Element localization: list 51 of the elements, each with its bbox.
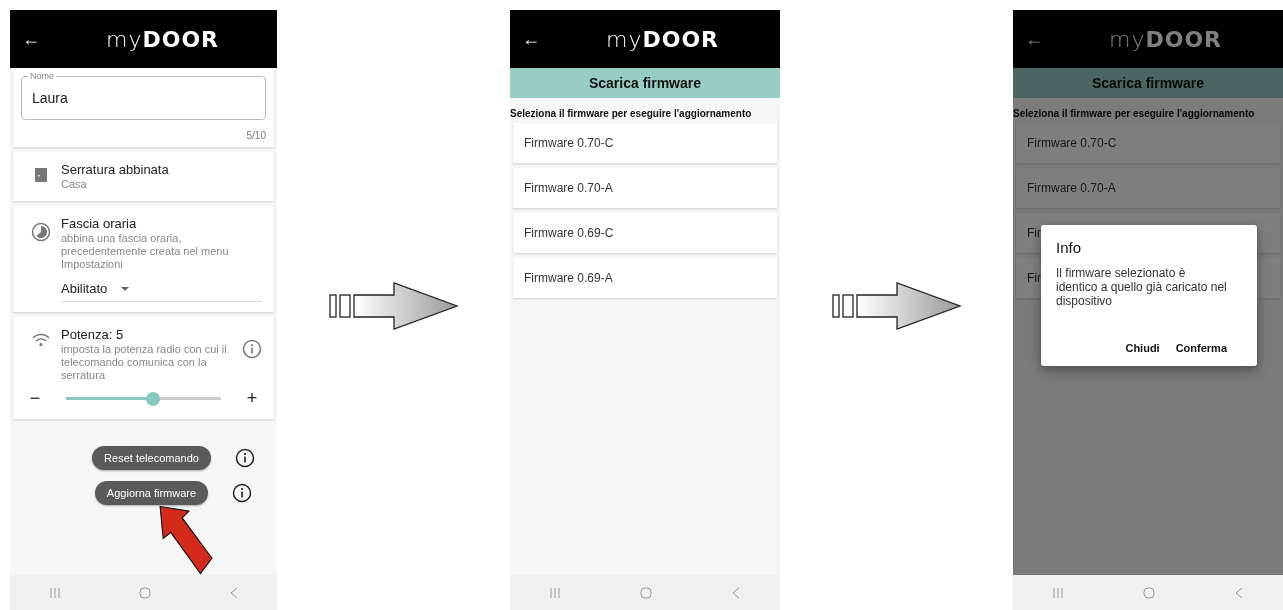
dialog-button[interactable]: Conferma xyxy=(1173,340,1229,356)
home-icon[interactable] xyxy=(640,586,652,599)
app-logo: myDOOR xyxy=(1109,26,1223,52)
recent-apps-icon[interactable] xyxy=(1053,586,1063,599)
card-title: Potenza: 5 xyxy=(61,327,125,342)
card-description: abbina una fascia oraria, precedentemente creata nel menu Impostazioni xyxy=(61,232,230,271)
card-title: Fascia oraria xyxy=(61,216,138,231)
wifi-icon xyxy=(32,333,50,347)
instruction-text: Seleziona il firmware per eseguire l'aggiornamento xyxy=(1013,108,1256,119)
app-logo: myDOOR xyxy=(606,26,720,52)
back-icon[interactable] xyxy=(732,586,740,599)
screen-title-bar: Scarica firmware xyxy=(1013,68,1283,98)
firmware-list-item[interactable]: Firmware 0.69-A xyxy=(513,258,777,298)
decrease-button[interactable]: − xyxy=(25,388,45,409)
home-icon[interactable] xyxy=(1143,586,1155,599)
dialog-button[interactable]: Chiudi xyxy=(1123,340,1162,356)
back-button[interactable]: ← xyxy=(1025,28,1055,50)
home-icon[interactable] xyxy=(138,586,151,599)
info-icon[interactable] xyxy=(232,483,253,503)
info-icon[interactable] xyxy=(234,448,255,468)
firmware-list-item[interactable]: Firmware 0.70-A xyxy=(1016,168,1280,208)
firmware-list-item[interactable]: Firmware 0.70-A xyxy=(513,168,777,208)
character-counter: 5/10 xyxy=(245,130,266,141)
card-subtitle: Casa xyxy=(61,178,88,191)
enabled-dropdown[interactable]: Abilitato xyxy=(61,281,262,302)
card-title: Serratura abbinata xyxy=(61,162,170,177)
back-icon[interactable] xyxy=(229,586,238,599)
app-logo: myDOOR xyxy=(106,26,220,52)
action-button[interactable]: Reset telecomando xyxy=(92,446,211,470)
dropdown-caret-icon xyxy=(121,286,130,291)
slider-thumb[interactable] xyxy=(145,391,160,406)
field-value: Laura xyxy=(32,90,68,106)
firmware-list-item[interactable]: Firmware 0.70-C xyxy=(513,123,777,163)
dialog-message: Il firmware selezionato è identico a quello già caricato nel dispositivo xyxy=(1056,266,1228,308)
instruction-text: Seleziona il firmware per eseguire l'aggiornamento xyxy=(510,108,753,119)
back-button[interactable]: ← xyxy=(22,28,52,50)
field-label: Nome xyxy=(28,71,56,81)
firmware-list-item[interactable]: Firmware 0.69-C xyxy=(513,213,777,253)
recent-apps-icon[interactable] xyxy=(550,586,560,599)
back-button[interactable]: ← xyxy=(522,28,552,50)
clock-icon xyxy=(31,222,51,242)
screen-title-bar: Scarica firmware xyxy=(510,68,780,98)
firmware-list-item[interactable]: Firmware 0.70-C xyxy=(1016,123,1280,163)
door-icon xyxy=(35,168,47,182)
action-button[interactable]: Aggiorna firmware xyxy=(94,481,209,505)
increase-button[interactable]: + xyxy=(242,388,262,409)
dialog-title: Info xyxy=(1056,239,1083,256)
back-icon[interactable] xyxy=(1235,586,1243,599)
card-description: imposta la potenza radio con cui il telecomando comunica con la serratura xyxy=(61,343,228,382)
recent-apps-icon[interactable] xyxy=(49,586,60,599)
paired-lock-card[interactable]: Serratura abbinata Casa xyxy=(13,152,274,201)
